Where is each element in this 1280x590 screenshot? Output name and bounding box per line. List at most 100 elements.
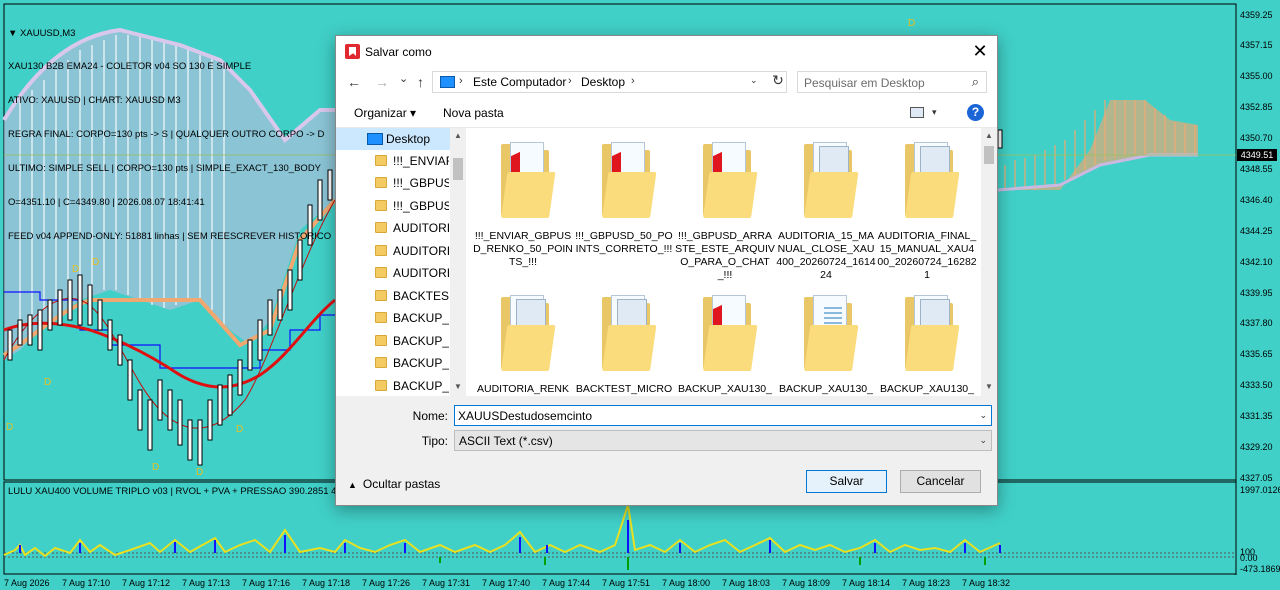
hide-folders-toggle[interactable]: ▲ Ocultar pastas — [348, 477, 440, 491]
svg-text:D: D — [152, 462, 159, 473]
folder-documents-icon — [905, 142, 960, 218]
price-tick: 4344.25 — [1240, 226, 1273, 236]
close-button[interactable]: ✕ — [963, 36, 997, 68]
folder-icon — [375, 155, 387, 166]
scroll-down-icon[interactable]: ▼ — [985, 382, 993, 391]
tree-item[interactable]: BACKUP_XA — [336, 375, 450, 396]
tree-item[interactable]: !!!_GBPUSD_ — [336, 172, 450, 194]
chevron-down-icon[interactable]: ⌄ — [979, 410, 987, 421]
organize-button[interactable]: Organizar ▾ — [354, 106, 416, 120]
address-bar[interactable]: › Este Computador › Desktop › — [432, 71, 787, 93]
search-input[interactable] — [804, 75, 954, 90]
tree-item-label: BACKUP_XA — [393, 334, 449, 348]
file-item[interactable]: AUDITORIA_15_MANUAL_CLOSE_XAU400_2026072… — [776, 140, 876, 290]
file-item[interactable]: BACKUP_XAU130_PRE_CINTO_07 — [675, 293, 775, 396]
address-segment-computer[interactable]: Este Computador — [473, 75, 566, 89]
file-name-field: ⌄ — [454, 405, 992, 426]
price-tick: 4346.40 — [1240, 195, 1273, 205]
tree-item-label: Desktop — [386, 132, 431, 146]
file-name-input[interactable] — [458, 408, 963, 423]
new-folder-button[interactable]: Nova pasta — [443, 106, 504, 120]
file-item[interactable]: BACKUP_XAU130_PRE_FIX_03_202 — [776, 293, 876, 396]
chart-info-line: REGRA FINAL: CORPO=130 pts -> S | QUALQU… — [8, 129, 325, 141]
chevron-down-icon[interactable]: ⌄ — [979, 435, 987, 446]
files-scrollbar[interactable]: ▲ ▼ — [981, 128, 997, 396]
view-dropdown-icon[interactable]: ▾ — [932, 107, 937, 118]
file-type-select[interactable]: ASCII Text (*.csv) ⌄ — [454, 430, 992, 451]
folder-icon — [375, 267, 387, 278]
tree-item[interactable]: BACKUP_XA — [336, 352, 450, 374]
folder-icon — [375, 357, 387, 368]
file-item[interactable]: AUDITORIA_RENKO130_BALANCA — [473, 293, 573, 396]
address-segment-desktop[interactable]: Desktop — [581, 75, 625, 89]
back-arrow-icon[interactable]: ← — [347, 74, 361, 90]
file-name: AUDITORIA_FINAL_15_MANUAL_XAU400_2026072… — [877, 230, 977, 281]
scroll-up-icon[interactable]: ▲ — [985, 131, 993, 140]
tree-item-label: AUDITORIA_ — [393, 221, 449, 235]
tree-item[interactable]: AUDITORIA_ — [336, 217, 450, 239]
tree-item-label: BACKTEST_ — [393, 289, 449, 303]
file-item[interactable]: !!!_ENVIAR_GBPUSD_RENKO_50_POINTS_!!! — [473, 140, 573, 290]
tree-item[interactable]: BACKUP_XA — [336, 330, 450, 352]
save-button[interactable]: Salvar — [806, 470, 887, 493]
price-tick: 4352.85 — [1240, 102, 1273, 112]
volume-green-bars — [439, 557, 986, 570]
file-item[interactable]: !!!_GBPUSD_50_POINTS_CORRETO_!!! — [574, 140, 674, 290]
help-icon[interactable]: ? — [967, 104, 984, 121]
tree-item[interactable]: BACKUP_XA — [336, 307, 450, 329]
time-tick: 7 Aug 17:16 — [242, 578, 291, 588]
file-item[interactable]: BACKTEST_MICROCICLO2_HOJE — [574, 293, 674, 396]
sub-tick: 0.00 — [1240, 553, 1258, 563]
folder-documents-icon — [501, 295, 556, 371]
recent-locations-icon[interactable]: ⌄ — [399, 72, 408, 85]
file-item[interactable]: AUDITORIA_FINAL_15_MANUAL_XAU400_2026072… — [877, 140, 977, 290]
chevron-right-icon: › — [568, 75, 572, 87]
tree-item[interactable]: !!!_GBPUSD_ — [336, 195, 450, 217]
tree-scrollbar[interactable]: ▲ ▼ — [450, 128, 466, 396]
svg-text:D: D — [908, 18, 915, 29]
scroll-up-icon[interactable]: ▲ — [454, 131, 462, 140]
cloud-band-right — [998, 100, 1198, 190]
file-item[interactable]: BACKUP_XAU130_PRE_03_CORR — [877, 293, 977, 396]
dialog-title: Salvar como — [365, 45, 432, 59]
volume-line — [3, 504, 1001, 558]
scroll-thumb[interactable] — [984, 146, 994, 164]
cancel-button[interactable]: Cancelar — [900, 470, 981, 493]
price-tick: 4355.00 — [1240, 71, 1273, 81]
svg-text:D: D — [196, 467, 203, 478]
file-type-label: Tipo: — [421, 434, 448, 448]
folder-icon — [375, 335, 387, 346]
folder-documents-icon — [602, 295, 657, 371]
forward-arrow-icon[interactable]: → — [375, 74, 389, 90]
time-tick: 7 Aug 2026 — [4, 578, 50, 588]
scroll-down-icon[interactable]: ▼ — [454, 382, 462, 391]
file-item[interactable]: !!!_GBPUSD_ARRASTE_ESTE_ARQUIVO_PARA_O_C… — [675, 140, 775, 290]
time-tick: 7 Aug 18:09 — [782, 578, 831, 588]
folder-tree: Desktop !!!_ENVIAR_ !!!_GBPUSD_ !!!_GBPU… — [336, 128, 466, 396]
tree-item[interactable]: AUDITORIA_ — [336, 262, 450, 284]
file-name: BACKTEST_MICROCICLO2_HOJE — [575, 383, 673, 395]
address-dropdown-icon[interactable]: ⌄ — [750, 75, 758, 86]
tree-item[interactable]: !!!_ENVIAR_ — [336, 150, 450, 172]
chart-info-line: ATIVO: XAUUSD | CHART: XAUUSD M3 — [8, 95, 181, 107]
dialog-titlebar[interactable]: Salvar como ✕ — [336, 36, 997, 68]
time-tick: 7 Aug 18:23 — [902, 578, 951, 588]
scroll-thumb[interactable] — [453, 158, 463, 180]
folder-icon — [375, 177, 387, 188]
tree-item-label: BACKUP_XA — [393, 311, 449, 325]
chart-info-line: FEED v04 APPEND-ONLY: 51881 linhas | SEM… — [8, 230, 332, 242]
search-icon[interactable]: ⌕ — [972, 74, 979, 90]
tree-item[interactable]: BACKTEST_ — [336, 285, 450, 307]
tree-item-desktop[interactable]: Desktop — [336, 128, 450, 150]
tree-item[interactable]: AUDITORIA_ — [336, 240, 450, 262]
time-tick: 7 Aug 17:31 — [422, 578, 471, 588]
folder-spreadsheet-icon — [804, 295, 859, 371]
view-options-icon[interactable] — [910, 107, 924, 118]
tree-item-label: BACKUP_XA — [393, 356, 449, 370]
chart-info-line: ULTIMO: SIMPLE SELL | CORPO=130 pts | SI… — [8, 163, 322, 175]
price-tick: 4357.15 — [1240, 40, 1273, 50]
time-tick: 7 Aug 17:12 — [122, 578, 171, 588]
folder-icon — [375, 222, 387, 233]
up-arrow-icon[interactable]: ↑ — [417, 74, 424, 90]
refresh-icon[interactable]: ↻ — [768, 72, 788, 92]
